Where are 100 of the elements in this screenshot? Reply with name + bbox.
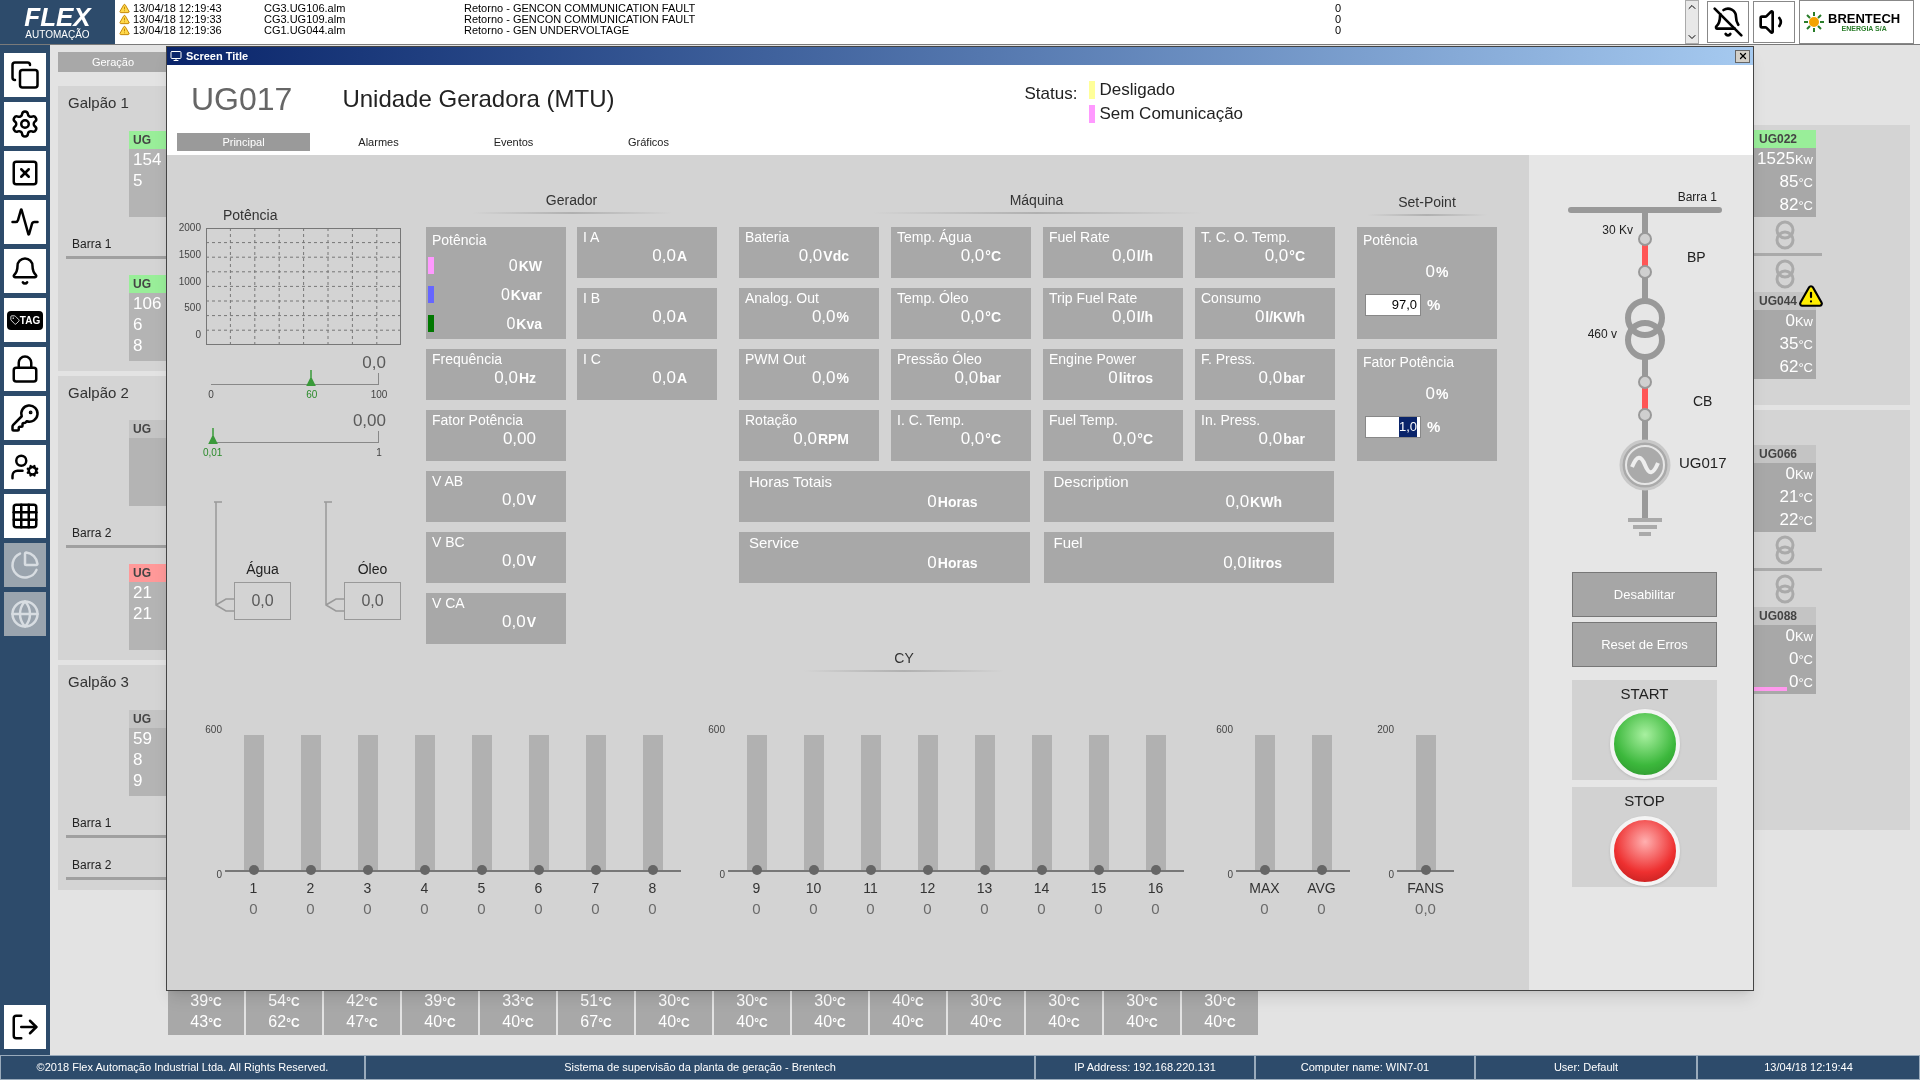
bus-label: Barra 1 xyxy=(71,814,113,832)
alarm-value: 0 xyxy=(1335,14,1342,25)
bell-off-icon xyxy=(1712,6,1744,38)
tab[interactable]: Eventos xyxy=(447,133,580,151)
tab[interactable]: Gráficos xyxy=(582,133,715,151)
grid-icon xyxy=(10,501,40,531)
unit-header: UG088 xyxy=(1754,607,1816,625)
bar-value: 0 xyxy=(809,900,818,918)
bar-label: 10 xyxy=(805,880,822,896)
toolbar-button[interactable] xyxy=(4,200,46,244)
card-label: Trip Fuel Rate xyxy=(1048,290,1139,307)
section-title: Máquina xyxy=(1009,191,1064,210)
status-bar-field: ©2018 Flex Automação Industrial Ltda. All Rights Reserved. xyxy=(0,1055,365,1080)
unit-symbol: °C xyxy=(1798,674,1813,692)
reading-value: 0,0 xyxy=(811,368,836,388)
slider-track[interactable] xyxy=(211,431,379,443)
toolbar-button[interactable] xyxy=(4,151,46,195)
mute-button[interactable] xyxy=(1707,1,1749,43)
bar-value: 0 xyxy=(534,900,543,918)
bar-label: 12 xyxy=(919,880,936,896)
temperature-value: 42 xyxy=(346,991,365,1011)
axis-label: 600 xyxy=(1216,725,1233,735)
temperature-unit: °C xyxy=(598,1015,612,1032)
toolbar-button[interactable] xyxy=(4,249,46,293)
axis-label: 500 xyxy=(184,303,201,314)
reading-unit: V xyxy=(526,613,536,632)
bar-value: 0,0 xyxy=(1415,900,1436,918)
settings-icon xyxy=(10,109,40,139)
temperature-value: 39 xyxy=(424,991,443,1011)
exit-button[interactable] xyxy=(4,1005,46,1049)
toolbar-button[interactable] xyxy=(4,445,46,489)
toolbar-button[interactable] xyxy=(4,396,46,440)
temperature-unit: °C xyxy=(520,995,534,1011)
reading-unit: Kvar xyxy=(510,285,542,305)
toolbar-button[interactable] xyxy=(4,347,46,391)
card-label: In. Press. xyxy=(1200,412,1262,429)
card-label: Rotação xyxy=(744,412,799,429)
temperature-unit: °C xyxy=(598,995,612,1011)
status-bar-field: Computer name: WIN7-01 xyxy=(1255,1055,1475,1080)
gauge-value: 0,0 xyxy=(344,582,401,620)
temperature-value: 40 xyxy=(1048,1012,1067,1032)
temperature-value: 54 xyxy=(268,991,287,1011)
slider-thumb[interactable] xyxy=(207,428,218,444)
card-label: Description xyxy=(1052,473,1130,490)
sound-button[interactable] xyxy=(1753,1,1795,43)
bar-label: 4 xyxy=(420,880,429,896)
slider-thumb[interactable] xyxy=(306,370,317,386)
toolbar-button[interactable]: TAG xyxy=(4,298,46,342)
temperature-unit: °C xyxy=(364,995,378,1011)
unit-value: 62 xyxy=(1779,356,1799,378)
breaker-drawing[interactable] xyxy=(1638,232,1652,279)
unit-value: 8 xyxy=(132,748,144,770)
unit-value: 59 xyxy=(132,727,153,749)
breaker-label: CB xyxy=(1693,393,1713,409)
temperature-unit: °C xyxy=(1144,995,1158,1011)
status-bar-field: 13/04/18 12:19:44 xyxy=(1697,1055,1920,1080)
temperature-unit: °C xyxy=(832,995,846,1011)
tab[interactable]: Alarmes xyxy=(312,133,445,151)
reading-value: 0 xyxy=(1425,261,1435,283)
reading-unit: % xyxy=(836,308,849,327)
temperature-value: 47 xyxy=(346,1012,365,1032)
unit-header: UG xyxy=(129,420,166,438)
breaker-drawing[interactable] xyxy=(1638,375,1652,422)
reading-unit: °C xyxy=(985,430,1001,449)
reading-unit: V xyxy=(526,491,536,510)
reading-unit: V xyxy=(526,552,536,571)
tag-icon xyxy=(9,315,20,325)
reading-unit: Vdc xyxy=(823,247,849,266)
reading-unit: litros xyxy=(1247,554,1282,573)
alarm-time: 13/04/18 12:19:33 xyxy=(132,14,223,25)
window-icon xyxy=(170,50,182,62)
status-bar-field: User: Default xyxy=(1475,1055,1697,1080)
bar-value: 0 xyxy=(420,900,429,918)
bar-label: 16 xyxy=(1147,880,1164,896)
unit-symbol: °C xyxy=(1798,512,1813,530)
reading-value: 0 xyxy=(1254,307,1265,327)
close-button[interactable] xyxy=(1735,49,1750,63)
alarm-file: CG3.UG109.alm xyxy=(264,14,347,25)
unit-symbol: °C xyxy=(1798,651,1813,669)
input-field[interactable]: 1,0 xyxy=(1365,415,1421,438)
copy-icon xyxy=(10,60,40,90)
unit-header: UG xyxy=(129,130,166,149)
temperature-unit: °C xyxy=(676,995,690,1011)
slider-track[interactable] xyxy=(211,373,379,385)
card-label: Potência xyxy=(431,231,488,250)
reading-value: 0,0 xyxy=(494,368,518,388)
toolbar-button[interactable] xyxy=(4,494,46,538)
bar-value: 0 xyxy=(1094,900,1103,918)
reading-unit: l/KWh xyxy=(1265,308,1305,327)
unit-id: UG017 xyxy=(191,80,293,119)
bar-value: 0 xyxy=(363,900,372,918)
toolbar-button[interactable] xyxy=(4,53,46,97)
card-label: Fuel xyxy=(1052,534,1084,551)
axis-label: 1500 xyxy=(178,249,201,260)
brand-name: BRENTECH xyxy=(1828,12,1901,25)
input-field[interactable]: 97,0 xyxy=(1365,293,1421,316)
reading-unit: litros xyxy=(1118,369,1153,388)
scrollbar[interactable] xyxy=(1685,0,1699,44)
axis-label: 2000 xyxy=(178,223,201,233)
toolbar-button[interactable] xyxy=(4,102,46,146)
